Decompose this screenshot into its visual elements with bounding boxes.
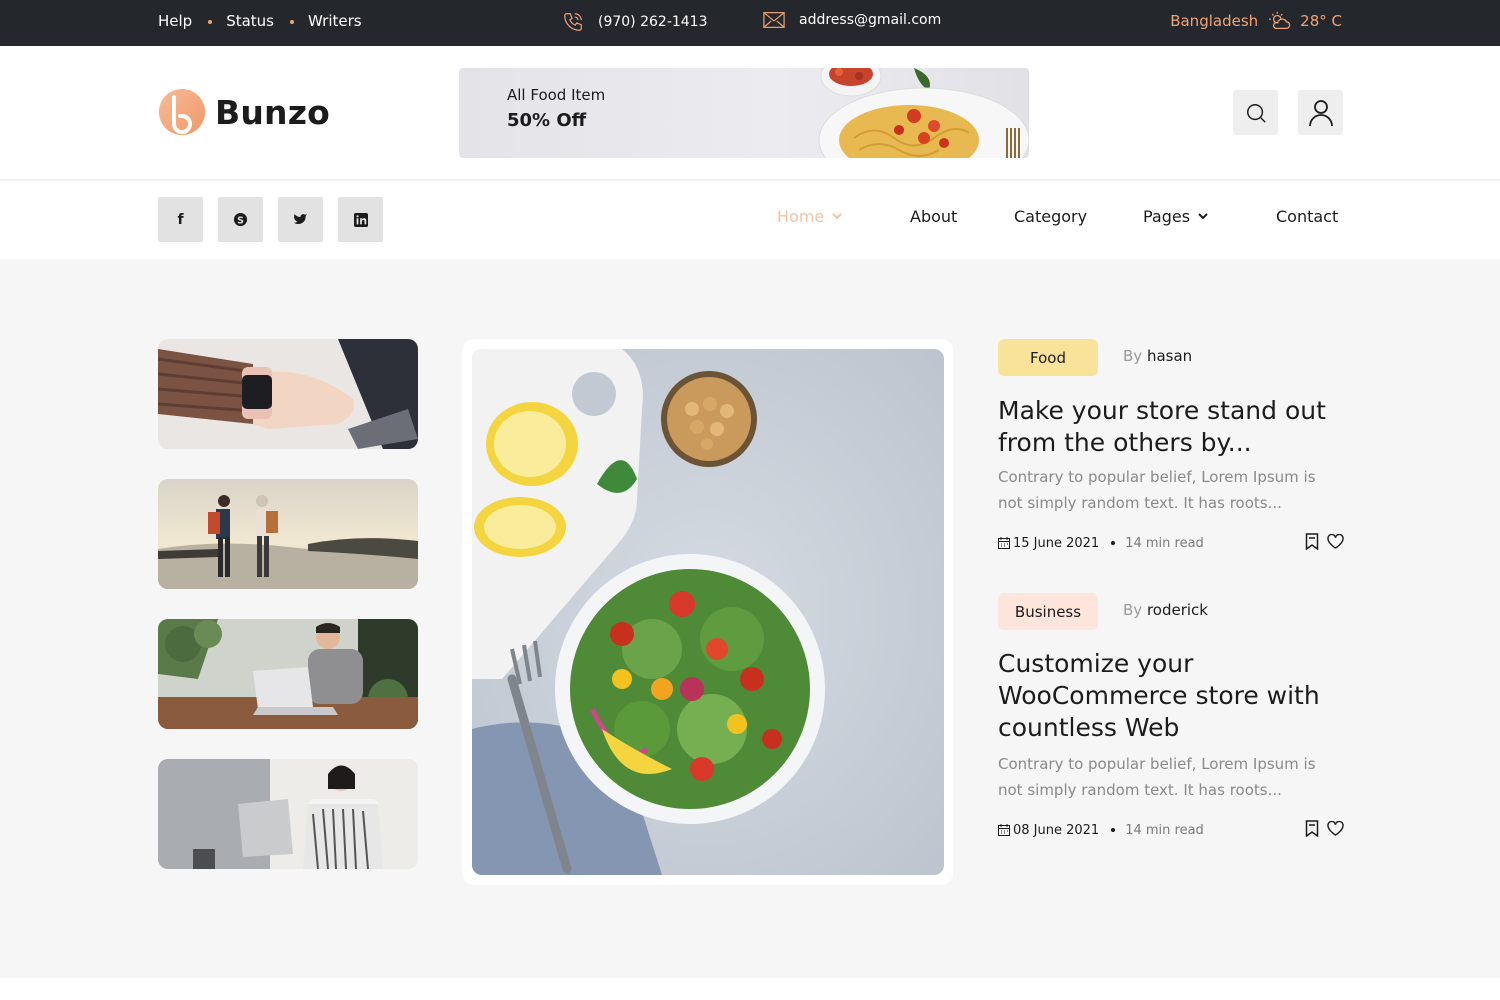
category-tag[interactable]: Food [998,339,1098,376]
separator-dot [1111,541,1116,545]
like-button[interactable] [1327,821,1344,836]
calendar-icon [998,824,1010,836]
laptop-woman-image [158,759,418,869]
author-link[interactable]: hasan [1147,347,1192,365]
account-button[interactable] [1298,90,1343,135]
thumbnail-hikers[interactable] [158,479,418,589]
chevron-down-icon [1198,213,1208,220]
top-bar: Help Status Writers (970) 262-1413 addre… [0,0,1500,46]
page-bottom-strip [0,978,1500,1000]
heart-icon [1327,821,1344,836]
facebook-icon: f [177,211,184,228]
promo-banner[interactable]: All Food Item 50% Off [459,68,1029,158]
post-byline: By hasan [1123,347,1192,365]
thumbnail-smartwatch[interactable] [158,339,418,449]
phone-number: (970) 262-1413 [598,14,708,30]
separator-dot [208,20,213,24]
post-actions [1297,533,1344,550]
post-meta: 15 June 2021 14 min read [998,533,1344,553]
by-label: By [1123,601,1143,619]
chevron-down-icon [832,213,842,220]
nav-contact-label: Contact [1276,207,1339,226]
author-link[interactable]: roderick [1147,601,1208,619]
salad-image [472,349,944,875]
laptop-man-image [158,619,418,729]
status-link[interactable]: Status [226,12,274,30]
nav-pages-label: Pages [1143,207,1191,226]
by-label: By [1123,347,1143,365]
read-time: 14 min read [1125,822,1204,838]
phone-icon [564,13,582,31]
phone-contact[interactable]: (970) 262-1413 [562,11,708,33]
post-title[interactable]: Make your store stand out from the other… [998,395,1344,459]
logo-text: Bunzo [215,92,331,132]
help-link[interactable]: Help [158,12,192,30]
nav-about-label: About [910,207,958,226]
featured-salad-image [472,349,944,875]
search-button[interactable] [1233,90,1278,135]
post-title[interactable]: Customize your WooCommerce store with co… [998,648,1344,744]
bookmark-button[interactable] [1305,820,1319,837]
post-excerpt: Contrary to popular belief, Lorem Ipsum … [998,755,1316,799]
post-date: 08 June 2021 [1013,822,1100,838]
bookmark-button[interactable] [1305,533,1319,550]
post-excerpt: Contrary to popular belief, Lorem Ipsum … [998,468,1316,512]
nav-pages[interactable]: Pages [1143,207,1208,226]
read-time: 14 min read [1125,535,1204,551]
post-date: 15 June 2021 [1013,535,1100,551]
separator-dot [290,20,295,24]
post-meta: 08 June 2021 14 min read [998,820,1344,840]
category-tag[interactable]: Business [998,593,1098,630]
facebook-button[interactable]: f [158,197,203,242]
hikers-image [158,479,418,589]
weather-widget: Bangladesh 28° C [1170,10,1342,32]
top-links: Help Status Writers [158,12,362,30]
svg-text:S: S [237,215,244,226]
bookmark-icon [1305,533,1319,550]
bookmark-icon [1305,820,1319,837]
header: Bunzo All Food Item 50% Off [0,46,1500,180]
post-actions [1297,820,1344,837]
linkedin-button[interactable] [338,197,383,242]
email-address: address@gmail.com [799,12,942,28]
nav-category[interactable]: Category [1014,207,1087,226]
search-icon [1246,103,1266,123]
calendar-icon [998,537,1010,549]
separator-dot [1111,828,1116,832]
smartwatch-image [158,339,418,449]
heart-icon [1327,534,1344,549]
nav-home-label: Home [777,207,825,226]
nav-row: f S Home About Category Pages Contact [0,181,1500,259]
temperature-label: 28° C [1300,12,1342,30]
nav-contact[interactable]: Contact [1276,207,1338,226]
banner-food-image [818,68,1029,158]
skype-icon: S [233,212,248,226]
user-icon [1308,99,1333,126]
post-byline: By roderick [1123,601,1208,619]
thumbnail-laptop-woman[interactable] [158,759,418,869]
location-label: Bangladesh [1170,12,1259,30]
skype-button[interactable]: S [218,197,263,242]
featured-post-card[interactable] [462,339,953,885]
twitter-button[interactable] [278,197,323,242]
writers-link[interactable]: Writers [308,12,362,30]
linkedin-icon [353,212,368,227]
weather-icon [1269,11,1291,29]
like-button[interactable] [1327,534,1344,549]
nav-about[interactable]: About [910,207,957,226]
logo[interactable]: Bunzo [158,88,330,136]
thumbnail-laptop-man[interactable] [158,619,418,729]
nav-home[interactable]: Home [777,207,842,226]
logo-icon [159,89,205,135]
nav-category-label: Category [1014,207,1088,226]
email-contact[interactable]: address@gmail.com [763,11,941,29]
twitter-icon [293,213,307,224]
mail-icon [763,12,785,28]
